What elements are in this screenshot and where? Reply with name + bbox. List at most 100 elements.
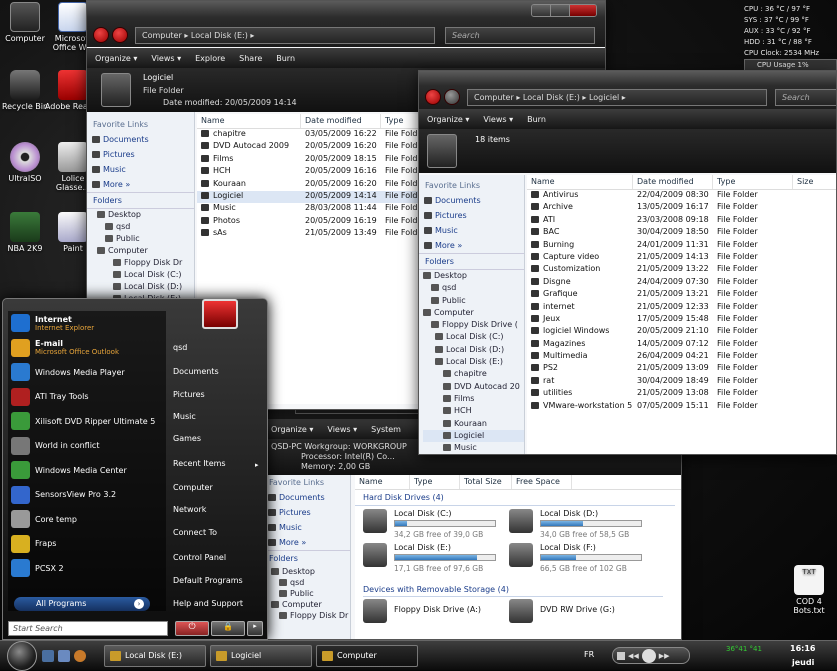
share-button[interactable]: Share (239, 54, 262, 63)
nav-music[interactable]: Music (87, 162, 194, 177)
address-bar[interactable]: Computer ▸ Local Disk (E:) ▸ (135, 27, 435, 44)
file-row[interactable]: internet 21/05/2009 12:33 File Folder (527, 302, 836, 314)
tree-item[interactable]: Local Disk (D:) (423, 344, 524, 356)
tree-item[interactable]: Local Disk (C:) (97, 269, 194, 281)
tree-item[interactable]: Local Disk (D:) (97, 281, 194, 293)
views-button[interactable]: Views ▾ (483, 115, 513, 124)
folders-heading[interactable]: Folders (419, 253, 524, 270)
burn-button[interactable]: Burn (276, 54, 295, 63)
clock-time[interactable]: 16:16 (790, 644, 815, 653)
hard-drive-item[interactable]: Local Disk (E:) 17,1 GB free of 97,6 GB (363, 543, 503, 575)
tree-item[interactable]: Floppy Disk Drive ( (423, 319, 524, 331)
col-type[interactable]: Type (713, 175, 793, 189)
tree-item[interactable]: DVD Autocad 20 (423, 381, 524, 393)
start-menu-place[interactable]: Control Panel (173, 553, 226, 562)
organize-button[interactable]: Organize ▾ (427, 115, 469, 124)
start-menu-program[interactable]: World in conflict (8, 434, 166, 459)
col-size[interactable]: Size (793, 175, 836, 189)
tree-item[interactable]: qsd (271, 577, 350, 588)
removable-drive-dvd[interactable]: DVD RW Drive (G:) (509, 599, 649, 625)
col-free-space[interactable]: Free Space (512, 475, 572, 489)
file-row[interactable]: Burning 24/01/2009 11:31 File Folder (527, 240, 836, 252)
folders-heading[interactable]: Folders (87, 192, 194, 209)
hard-drive-item[interactable]: Local Disk (D:) 34,0 GB free of 58,5 GB (509, 509, 649, 541)
start-menu-place[interactable]: qsd (173, 343, 187, 352)
file-row[interactable]: Multimedia 26/04/2009 04:21 File Folder (527, 351, 836, 363)
file-row[interactable]: Capture video 21/05/2009 14:13 File Folder (527, 252, 836, 264)
media-player-icon[interactable] (74, 650, 86, 662)
nav-pictures[interactable]: Pictures (87, 147, 194, 162)
play-icon[interactable] (641, 648, 656, 663)
nav-pictures[interactable]: Pictures (263, 505, 350, 520)
start-menu-place[interactable]: Connect To (173, 528, 217, 537)
file-row[interactable]: utilities 21/05/2009 13:08 File Folder (527, 388, 836, 400)
nav-documents[interactable]: Documents (263, 490, 350, 505)
file-row[interactable]: Archive 13/05/2009 16:17 File Folder (527, 202, 836, 214)
tree-item[interactable]: Public (271, 588, 350, 599)
col-name[interactable]: Name (355, 475, 410, 489)
nav-more[interactable]: More » (419, 238, 524, 253)
start-menu-program[interactable]: Internet Internet Explorer (8, 311, 166, 336)
start-menu-program[interactable]: E-mail Microsoft Office Outlook (8, 336, 166, 361)
tree-item[interactable]: Desktop (271, 566, 350, 577)
start-menu-place[interactable]: Recent Items (173, 459, 226, 468)
views-button[interactable]: Views ▾ (327, 425, 357, 434)
nav-more[interactable]: More » (87, 177, 194, 192)
nav-music[interactable]: Music (419, 223, 524, 238)
start-menu-place[interactable]: Games (173, 434, 201, 443)
next-icon[interactable]: ▶▶ (659, 652, 670, 660)
taskbar-button-local-disk[interactable]: Local Disk (E:) (104, 645, 206, 667)
start-menu-place[interactable]: Network (173, 505, 206, 514)
tree-item[interactable]: qsd (423, 282, 524, 294)
nav-pictures[interactable]: Pictures (419, 208, 524, 223)
start-menu-place[interactable]: Pictures (173, 390, 205, 399)
views-button[interactable]: Views ▾ (151, 54, 181, 63)
hard-drive-item[interactable]: Local Disk (F:) 66,5 GB free of 102 GB (509, 543, 649, 575)
col-total-size[interactable]: Total Size (460, 475, 512, 489)
tree-item[interactable]: Films (423, 393, 524, 405)
start-menu-place[interactable]: Documents (173, 367, 219, 376)
back-button[interactable] (93, 27, 109, 43)
tree-item[interactable]: Public (97, 233, 194, 245)
folders-heading[interactable]: Folders (263, 550, 350, 566)
col-date-modified[interactable]: Date modified (633, 175, 713, 189)
tree-item[interactable]: Desktop (423, 270, 524, 282)
col-name[interactable]: Name (527, 175, 633, 189)
tree-item[interactable]: qsd (97, 221, 194, 233)
start-menu-program[interactable]: ATI Tray Tools (8, 385, 166, 410)
previous-icon[interactable]: ◀◀ (628, 652, 639, 660)
switch-windows-icon[interactable] (58, 650, 70, 662)
tree-item[interactable]: Local Disk (E:) (423, 356, 524, 368)
nav-music[interactable]: Music (263, 520, 350, 535)
all-programs-button[interactable]: All Programs (14, 597, 150, 611)
tree-item[interactable]: Kouraan (423, 418, 524, 430)
lock-button[interactable]: 🔒 (211, 621, 245, 636)
file-row[interactable]: Magazines 14/05/2009 07:12 File Folder (527, 339, 836, 351)
forward-button[interactable] (444, 89, 460, 105)
tree-item[interactable]: Logiciel (423, 429, 524, 443)
start-menu-program[interactable]: Xilisoft DVD Ripper Ultimate 5 (8, 409, 166, 434)
col-type[interactable]: Type (410, 475, 460, 489)
start-menu-program[interactable]: PCSX 2 (8, 556, 166, 581)
start-menu-place[interactable]: Music (173, 412, 196, 421)
forward-button[interactable] (112, 27, 128, 43)
file-row[interactable]: Grafique 21/05/2009 13:21 File Folder (527, 289, 836, 301)
start-menu-program[interactable]: Fraps (8, 532, 166, 557)
address-bar[interactable]: Computer ▸ Local Disk (E:) ▸ Logiciel ▸ (467, 89, 767, 106)
nav-documents[interactable]: Documents (419, 193, 524, 208)
tree-item[interactable]: Floppy Disk Dr (271, 610, 350, 621)
power-button[interactable]: ⏻ (175, 621, 209, 636)
tree-item[interactable]: Public (423, 295, 524, 307)
tree-item[interactable]: HCH (423, 405, 524, 417)
taskbar-button-computer[interactable]: Computer (316, 645, 418, 667)
taskbar-button-logiciel[interactable]: Logiciel (210, 645, 312, 667)
file-row[interactable]: BAC 30/04/2009 18:50 File Folder (527, 227, 836, 239)
organize-button[interactable]: Organize ▾ (271, 425, 313, 434)
start-menu-program[interactable]: Windows Media Center (8, 458, 166, 483)
system-button[interactable]: System (371, 425, 401, 434)
file-row[interactable]: PS2 21/05/2009 13:09 File Folder (527, 363, 836, 375)
start-menu-program[interactable]: SensorsView Pro 3.2 (8, 483, 166, 508)
stop-icon[interactable] (617, 651, 625, 660)
start-menu-program[interactable]: Windows Media Player (8, 360, 166, 385)
explore-button[interactable]: Explore (195, 54, 225, 63)
